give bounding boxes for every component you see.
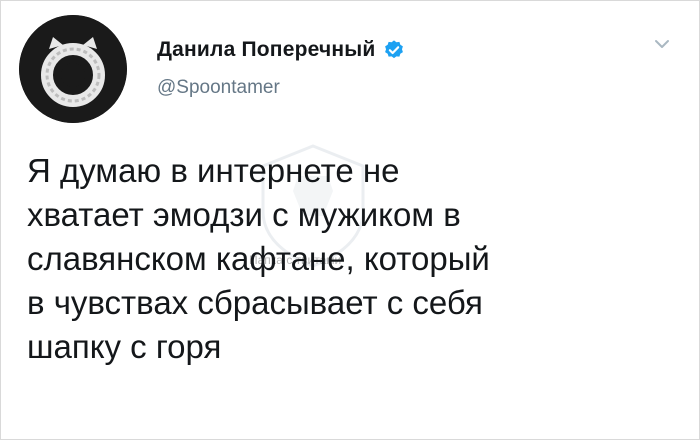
- author-row: Данила Поперечный: [157, 35, 405, 65]
- avatar-logo: [19, 15, 127, 123]
- avatar[interactable]: [19, 15, 127, 123]
- chevron-down-icon[interactable]: [651, 33, 673, 55]
- tweet-text: Я думаю в интернете не хватает эмодзи с …: [27, 152, 490, 365]
- author-name[interactable]: Данила Поперечный: [157, 38, 375, 62]
- verified-badge-icon: [385, 40, 404, 59]
- tweet-card: Данила Поперечный @Spoontamer Папка с тв…: [0, 0, 700, 440]
- author-handle[interactable]: @Spoontamer: [157, 77, 280, 99]
